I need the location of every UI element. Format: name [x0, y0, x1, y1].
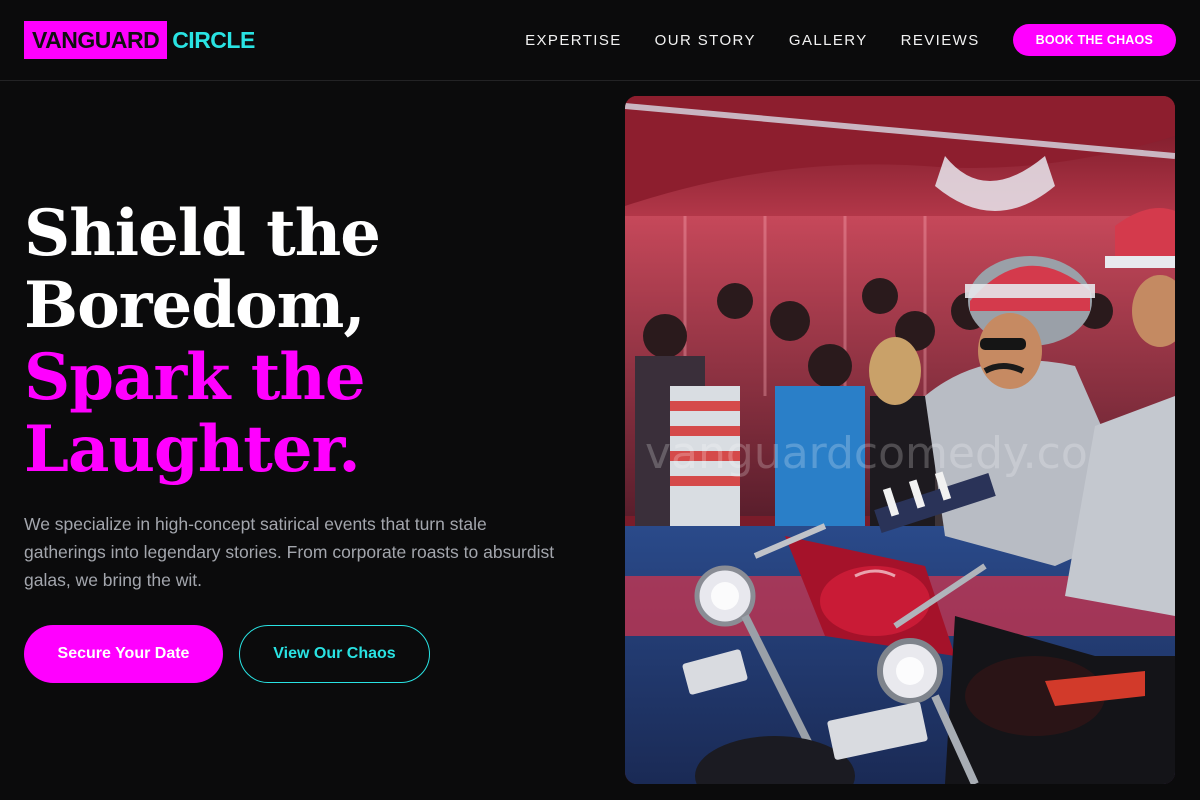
view-our-chaos-button[interactable]: View Our Chaos: [239, 625, 430, 683]
nav-link-gallery[interactable]: GALLERY: [789, 32, 868, 49]
brand-logo[interactable]: VANGUARD CIRCLE: [24, 21, 255, 59]
nav-link-reviews[interactable]: REVIEWS: [901, 32, 980, 49]
main-nav: EXPERTISE OUR STORY GALLERY REVIEWS BOOK…: [525, 24, 1176, 56]
hero-highlight-line-1: Spark the: [24, 340, 366, 415]
hero-photo-illustration: vanguardcomedy.co: [625, 96, 1175, 784]
logo-accent-text: CIRCLE: [172, 26, 255, 53]
logo-box-text: VANGUARD: [24, 21, 168, 59]
hero-title-line-2: Boredom,: [24, 268, 366, 343]
hero-photo-watermark: vanguardcomedy.co: [645, 428, 1088, 479]
book-the-chaos-button[interactable]: BOOK THE CHAOS: [1012, 24, 1176, 56]
nav-link-expertise[interactable]: EXPERTISE: [525, 32, 622, 49]
hero-title: Shield the Boredom, Spark the Laughter.: [24, 196, 381, 487]
hero-title-line-1: Shield the: [24, 196, 381, 271]
site-header: VANGUARD CIRCLE EXPERTISE OUR STORY GALL…: [0, 0, 1200, 81]
hero-photo: vanguardcomedy.co: [625, 96, 1175, 784]
nav-link-our-story[interactable]: OUR STORY: [655, 32, 756, 49]
hero-description: We specialize in high-concept satirical …: [24, 514, 555, 590]
secure-your-date-button[interactable]: Secure Your Date: [24, 625, 223, 683]
hero-highlight-line-2: Laughter.: [24, 412, 361, 487]
